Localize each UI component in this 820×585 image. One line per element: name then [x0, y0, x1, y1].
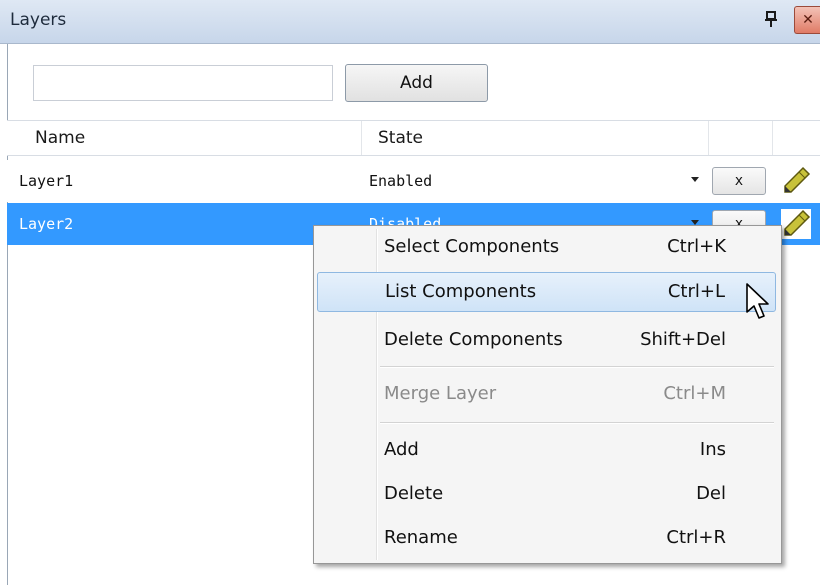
layer-name-input[interactable] [33, 65, 333, 101]
menu-item-label: Merge Layer [384, 383, 497, 404]
context-menu: Select Components Ctrl+K List Components… [313, 225, 782, 564]
menu-item-shortcut: Ctrl+K [667, 236, 726, 257]
mouse-cursor-icon [746, 283, 769, 319]
table-row[interactable]: Layer1 Enabled x [7, 160, 820, 202]
column-header-state[interactable]: State [362, 121, 709, 155]
menu-item-rename[interactable]: Rename Ctrl+R [317, 520, 776, 556]
menu-item-shortcut: Ctrl+M [663, 383, 726, 404]
pin-icon[interactable] [764, 10, 778, 28]
menu-item-shortcut: Del [696, 483, 726, 504]
panel-titlebar: Layers ✕ [0, 0, 820, 44]
layer-name-cell: Layer1 [19, 172, 74, 190]
column-header-delete [709, 121, 773, 155]
menu-item-shortcut: Shift+Del [640, 329, 726, 350]
menu-item-shortcut: Ctrl+R [666, 527, 726, 548]
add-button[interactable]: Add [345, 64, 488, 102]
layer-name-cell: Layer2 [19, 215, 74, 233]
menu-item-label: Select Components [384, 236, 560, 257]
pencil-icon[interactable] [781, 166, 811, 196]
pencil-icon[interactable] [781, 209, 811, 239]
menu-item-add[interactable]: Add Ins [317, 432, 776, 468]
menu-item-delete-components[interactable]: Delete Components Shift+Del [317, 322, 776, 358]
grid-header: Name State [7, 120, 820, 156]
column-header-name[interactable]: Name [7, 121, 362, 155]
menu-item-label: Add [384, 439, 419, 460]
menu-item-list-components[interactable]: List Components Ctrl+L [317, 272, 776, 312]
column-header-edit [773, 121, 820, 155]
menu-item-shortcut: Ctrl+L [667, 281, 725, 302]
menu-item-label: Delete [384, 483, 444, 504]
menu-item-label: Rename [384, 527, 458, 548]
panel-title: Layers [10, 10, 67, 30]
layer-state-cell[interactable]: Enabled [369, 160, 432, 202]
menu-item-delete[interactable]: Delete Del [317, 476, 776, 512]
menu-item-select-components[interactable]: Select Components Ctrl+K [317, 229, 776, 265]
menu-item-shortcut: Ins [699, 439, 726, 460]
menu-item-label: List Components [385, 281, 537, 302]
menu-separator [380, 422, 774, 424]
menu-separator [380, 366, 774, 368]
delete-layer-button[interactable]: x [712, 167, 766, 195]
menu-item-merge-layer: Merge Layer Ctrl+M [317, 376, 776, 412]
close-icon[interactable]: ✕ [794, 6, 820, 34]
menu-item-label: Delete Components [384, 329, 563, 350]
chevron-down-icon[interactable] [691, 177, 699, 182]
